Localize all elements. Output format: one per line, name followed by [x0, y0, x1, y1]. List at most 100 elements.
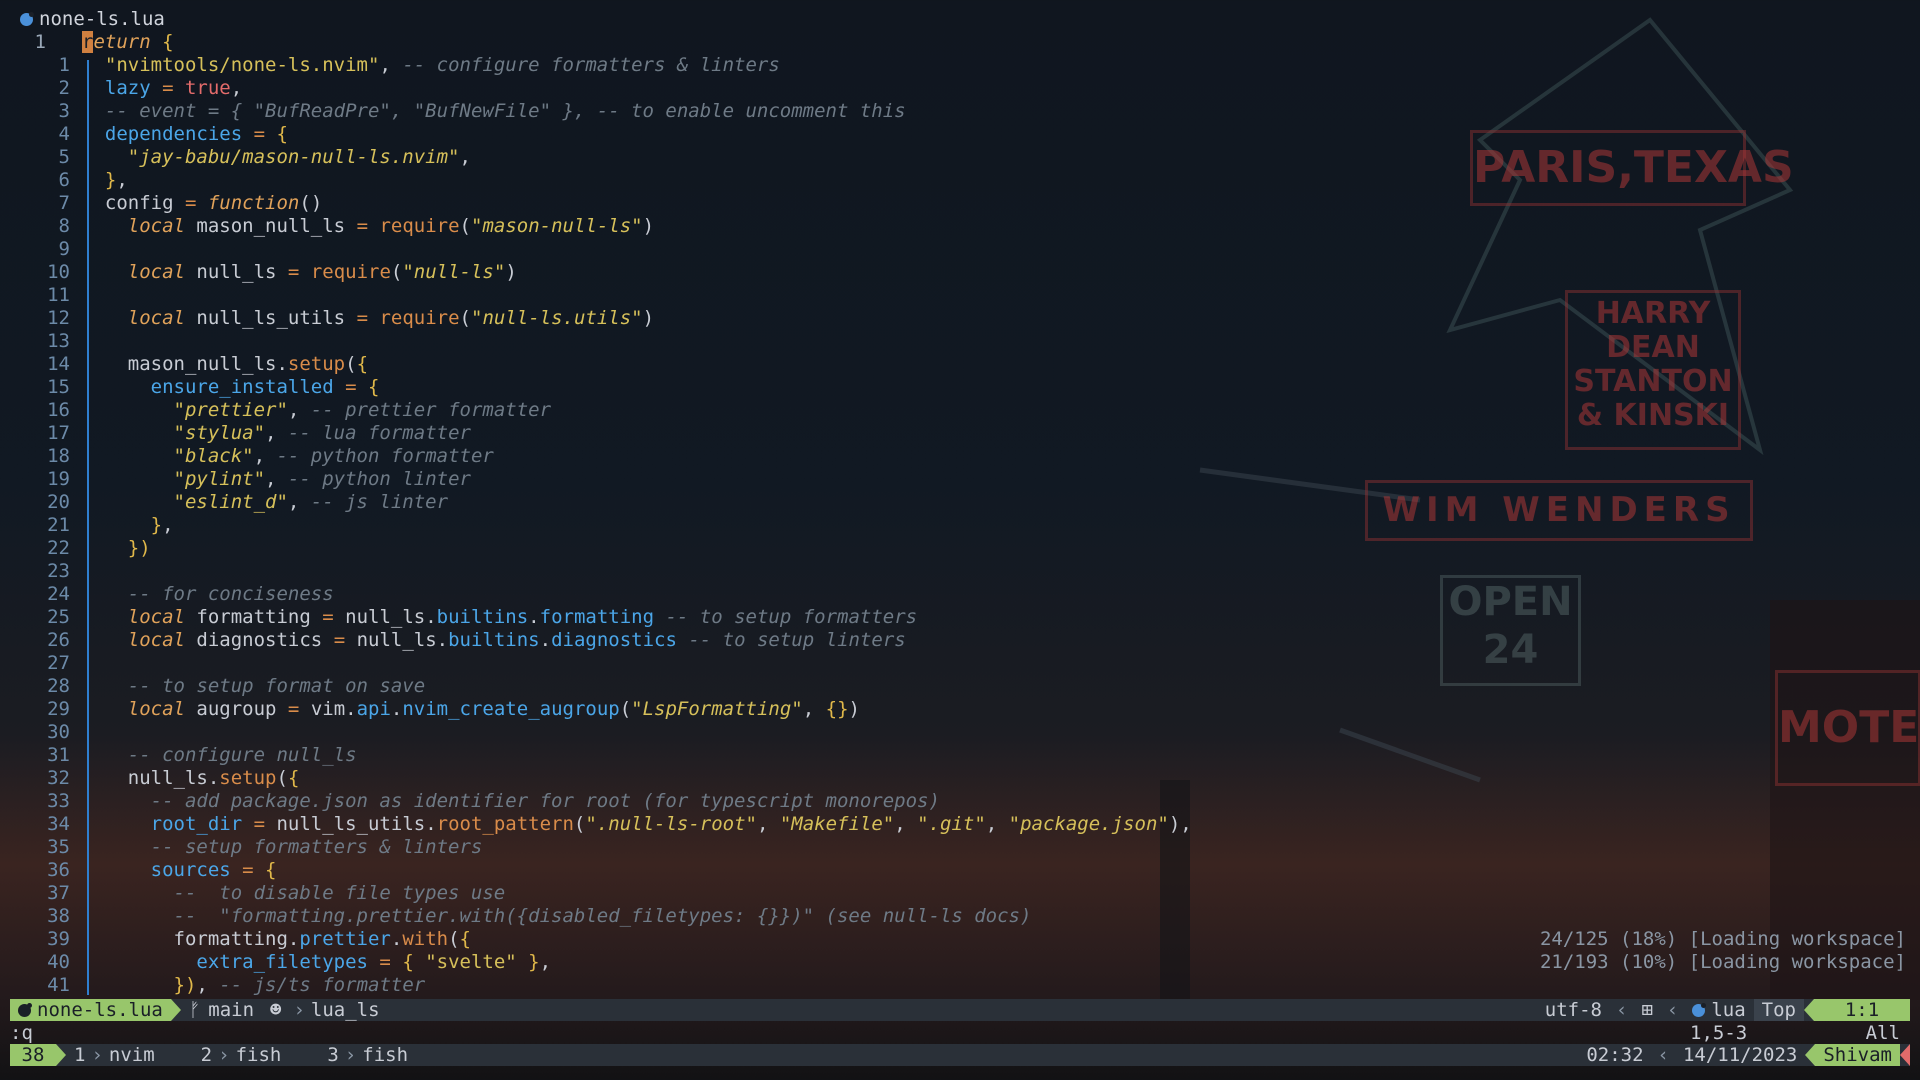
code-text[interactable]: config = function()	[82, 192, 322, 215]
code-text[interactable]: "stylua", -- lua formatter	[82, 422, 471, 445]
code-token: -- to disable file types use	[173, 882, 506, 904]
code-line[interactable]: 18 "black", -- python formatter	[0, 445, 1920, 468]
code-text[interactable]: -- event = { "BufReadPre", "BufNewFile" …	[82, 100, 906, 123]
code-text[interactable]: null_ls.setup({	[82, 767, 300, 790]
code-text[interactable]: "black", -- python formatter	[82, 445, 494, 468]
line-number: 25	[47, 606, 70, 628]
code-text[interactable]: -- add package.json as identifier for ro…	[82, 790, 940, 813]
code-text[interactable]: local null_ls = require("null-ls")	[82, 261, 517, 284]
code-text[interactable]: lazy = true,	[82, 77, 242, 100]
code-line[interactable]: 24 -- for conciseness	[0, 583, 1920, 606]
code-line[interactable]: 13	[0, 330, 1920, 353]
code-line[interactable]: 35 -- setup formatters & linters	[0, 836, 1920, 859]
code-text[interactable]: local null_ls_utils = require("null-ls.u…	[82, 307, 654, 330]
code-token: "null-ls"	[402, 261, 506, 283]
editor-buffer[interactable]: 1 return {1 "nvimtools/none-ls.nvim", -- …	[0, 31, 1920, 997]
code-line[interactable]: 36 sources = {	[0, 859, 1920, 882]
code-line[interactable]: 3 -- event = { "BufReadPre", "BufNewFile…	[0, 100, 1920, 123]
code-line[interactable]: 11	[0, 284, 1920, 307]
code-line[interactable]: 31 -- configure null_ls	[0, 744, 1920, 767]
statusline-filename: none-ls.lua	[37, 999, 163, 1021]
code-line[interactable]: 27	[0, 652, 1920, 675]
code-text[interactable]: },	[82, 169, 128, 192]
tmux-window[interactable]: 1 › nvim	[66, 1044, 163, 1066]
buffer-tabline[interactable]: none-ls.lua	[0, 6, 165, 32]
code-line[interactable]: 28 -- to setup format on save	[0, 675, 1920, 698]
code-line[interactable]: 5 "jay-babu/mason-null-ls.nvim",	[0, 146, 1920, 169]
code-text[interactable]: -- to setup format on save	[82, 675, 425, 698]
code-token: }	[516, 951, 540, 973]
code-line[interactable]: 9	[0, 238, 1920, 261]
code-line[interactable]: 15 ensure_installed = {	[0, 376, 1920, 399]
code-line[interactable]: 19 "pylint", -- python linter	[0, 468, 1920, 491]
line-number: 33	[47, 790, 70, 812]
code-line[interactable]: 16 "prettier", -- prettier formatter	[0, 399, 1920, 422]
tmux-window[interactable]: 2 › fish	[193, 1044, 290, 1066]
code-text[interactable]: "pylint", -- python linter	[82, 468, 471, 491]
code-text[interactable]: local mason_null_ls = require("mason-nul…	[82, 215, 654, 238]
code-line[interactable]: 23	[0, 560, 1920, 583]
code-line[interactable]: 7 config = function()	[0, 192, 1920, 215]
code-line[interactable]: 21 },	[0, 514, 1920, 537]
code-token: =	[287, 261, 300, 283]
code-text[interactable]: "jay-babu/mason-null-ls.nvim",	[82, 146, 471, 169]
code-text[interactable]: },	[82, 514, 174, 537]
code-text[interactable]: root_dir = null_ls_utils.root_pattern(".…	[82, 813, 1192, 836]
code-text[interactable]: local augroup = vim.api.nvim_create_augr…	[82, 698, 860, 721]
code-token: mason_null_ls	[184, 215, 357, 237]
code-line[interactable]: 2 lazy = true,	[0, 77, 1920, 100]
code-token: (	[390, 261, 403, 283]
code-token: extra_filetypes	[196, 951, 368, 973]
code-line[interactable]: 22 })	[0, 537, 1920, 560]
command-line[interactable]: :q 1,5-3 All	[10, 1022, 1910, 1044]
code-text[interactable]: -- configure null_ls	[82, 744, 357, 767]
code-line[interactable]: 41 }), -- js/ts formatter	[0, 974, 1920, 997]
code-token: setup	[219, 767, 277, 789]
code-text[interactable]: extra_filetypes = { "svelte" },	[82, 951, 551, 974]
code-text[interactable]: -- setup formatters & linters	[82, 836, 483, 859]
code-text[interactable]: formatting.prettier.with({	[82, 928, 471, 951]
code-line[interactable]: 4 dependencies = {	[0, 123, 1920, 146]
code-line[interactable]: 14 mason_null_ls.setup({	[0, 353, 1920, 376]
code-text[interactable]: -- "formatting.prettier.with({disabled_f…	[82, 905, 1032, 928]
code-text[interactable]: dependencies = {	[82, 123, 288, 146]
code-line[interactable]: 34 root_dir = null_ls_utils.root_pattern…	[0, 813, 1920, 836]
code-text[interactable]: -- to disable file types use	[82, 882, 506, 905]
code-line[interactable]: 32 null_ls.setup({	[0, 767, 1920, 790]
code-token: "nvimtools/none-ls.nvim"	[104, 54, 380, 76]
code-text[interactable]: ensure_installed = {	[82, 376, 380, 399]
code-text[interactable]: })	[82, 537, 151, 560]
tmux-window[interactable]: 3 › fish	[319, 1044, 416, 1066]
code-token: (	[459, 215, 471, 237]
code-text[interactable]: mason_null_ls.setup({	[82, 353, 368, 376]
code-line[interactable]: 17 "stylua", -- lua formatter	[0, 422, 1920, 445]
code-text[interactable]: "prettier", -- prettier formatter	[82, 399, 552, 422]
code-line[interactable]: 12 local null_ls_utils = require("null-l…	[0, 307, 1920, 330]
code-line[interactable]: 37 -- to disable file types use	[0, 882, 1920, 905]
line-number: 22	[47, 537, 70, 559]
code-text[interactable]: local diagnostics = null_ls.builtins.dia…	[82, 629, 906, 652]
code-line[interactable]: 8 local mason_null_ls = require("mason-n…	[0, 215, 1920, 238]
code-text[interactable]: sources = {	[82, 859, 277, 882]
code-line[interactable]: 10 local null_ls = require("null-ls")	[0, 261, 1920, 284]
code-line[interactable]: 1 return {	[0, 31, 1920, 54]
code-text[interactable]: local formatting = null_ls.builtins.form…	[82, 606, 917, 629]
code-line[interactable]: 20 "eslint_d", -- js linter	[0, 491, 1920, 514]
code-line[interactable]: 25 local formatting = null_ls.builtins.f…	[0, 606, 1920, 629]
code-line[interactable]: 1 "nvimtools/none-ls.nvim", -- configure…	[0, 54, 1920, 77]
code-text[interactable]: -- for conciseness	[82, 583, 334, 606]
code-line[interactable]: 30	[0, 721, 1920, 744]
code-text[interactable]: "nvimtools/none-ls.nvim", -- configure f…	[82, 54, 780, 77]
code-text[interactable]: "eslint_d", -- js linter	[82, 491, 449, 514]
code-line[interactable]: 29 local augroup = vim.api.nvim_create_a…	[0, 698, 1920, 721]
tab-filename[interactable]: none-ls.lua	[39, 8, 165, 30]
code-line[interactable]: 38 -- "formatting.prettier.with({disable…	[0, 905, 1920, 928]
code-text[interactable]: }), -- js/ts formatter	[82, 974, 426, 997]
command-text[interactable]: :q	[10, 1022, 33, 1044]
code-line[interactable]: 6 },	[0, 169, 1920, 192]
code-text[interactable]: return {	[82, 31, 174, 54]
code-line[interactable]: 26 local diagnostics = null_ls.builtins.…	[0, 629, 1920, 652]
tmux-session[interactable]: 38	[10, 1044, 56, 1066]
code-line[interactable]: 33 -- add package.json as identifier for…	[0, 790, 1920, 813]
